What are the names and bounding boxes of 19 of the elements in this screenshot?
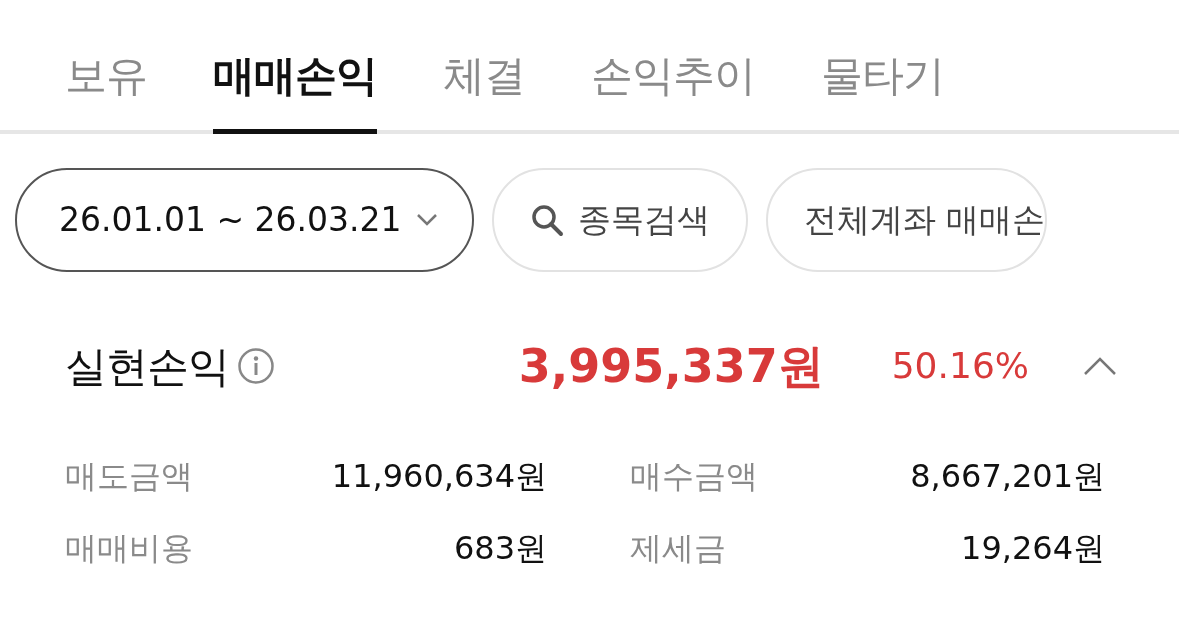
detail-value: 683원 (452, 528, 547, 569)
profit-rate: 50.16% (891, 344, 1029, 388)
detail-value: 19,264원 (960, 528, 1105, 569)
search-icon (529, 203, 564, 237)
detail-value: 8,667,201원 (909, 456, 1105, 497)
detail-label: 매수금액 (629, 456, 759, 497)
detail-label: 매도금액 (65, 456, 194, 497)
tab[interactable]: 매매손익 (213, 0, 377, 134)
detail-label: 제세금 (629, 528, 727, 569)
chevron-up-icon[interactable] (1083, 356, 1117, 376)
chevron-down-icon (415, 213, 438, 227)
account-filter-button[interactable]: 전체계좌 매매손 (765, 168, 1048, 272)
search-button[interactable]: 종목검색 (491, 168, 748, 272)
summary-title: 실현손익 (65, 340, 229, 393)
info-icon[interactable] (237, 347, 275, 385)
profit-amount: 3,995,337원 (518, 337, 824, 395)
detail-value: 11,960,634원 (330, 456, 547, 497)
detail-label: 매매비용 (65, 528, 194, 569)
date-range-button[interactable]: 26.01.01 ~ 26.03.21 (15, 168, 474, 272)
